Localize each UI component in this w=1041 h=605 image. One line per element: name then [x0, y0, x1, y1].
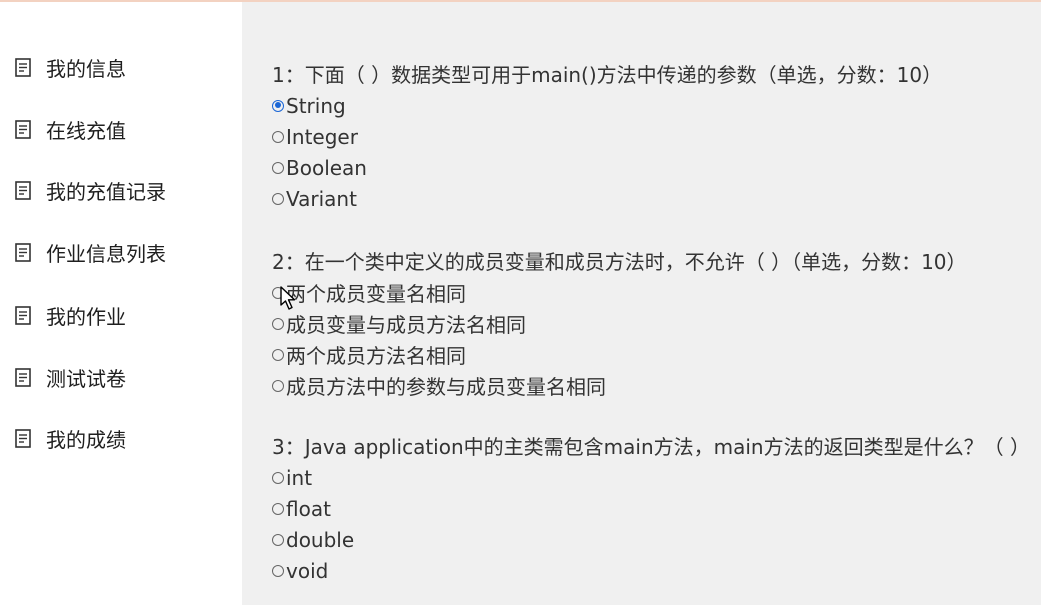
quiz-content: 1：下面（ ）数据类型可用于main()方法中传递的参数（单选，分数：10） S…	[242, 2, 1041, 605]
radio-button[interactable]	[272, 564, 284, 577]
option-label: Boolean	[286, 155, 367, 180]
option-label: Integer	[286, 124, 358, 149]
document-icon	[14, 366, 32, 388]
option-void[interactable]: void	[272, 555, 1030, 586]
sidebar-item-label: 我的成绩	[46, 427, 126, 452]
radio-button[interactable]	[272, 533, 284, 546]
option-int[interactable]: int	[272, 462, 1030, 493]
option-integer[interactable]: Integer	[272, 121, 942, 152]
sidebar-item-assignment-list[interactable]: 作业信息列表	[14, 235, 166, 269]
radio-button[interactable]	[272, 471, 284, 484]
option-label: float	[286, 496, 331, 521]
sidebar-item-my-info[interactable]: 我的信息	[14, 50, 126, 84]
radio-button[interactable]	[272, 192, 284, 205]
option-parameter-variable-same-name[interactable]: 成员方法中的参数与成员变量名相同	[272, 370, 967, 401]
sidebar-item-label: 在线充值	[46, 118, 126, 143]
option-two-methods-same-name[interactable]: 两个成员方法名相同	[272, 339, 967, 370]
option-string[interactable]: String	[272, 90, 942, 121]
option-variant[interactable]: Variant	[272, 183, 942, 214]
question-title: 2：在一个类中定义的成员变量和成员方法时，不允许（ ）（单选，分数：10）	[272, 250, 967, 274]
option-float[interactable]: float	[272, 493, 1030, 524]
option-label: void	[286, 558, 329, 583]
option-double[interactable]: double	[272, 524, 1030, 555]
option-label: 成员变量与成员方法名相同	[286, 313, 526, 337]
question-title: 3：Java application中的主类需包含main方法，main方法的返…	[272, 435, 1030, 459]
sidebar-item-my-grades[interactable]: 我的成绩	[14, 421, 126, 455]
option-label: double	[286, 527, 355, 552]
sidebar-item-online-recharge[interactable]: 在线充值	[14, 112, 126, 146]
page-layout: 我的信息 在线充值 我的充值记录 作业信息列表 我的作业 测试试卷 我的成绩 1…	[0, 2, 1041, 605]
radio-button[interactable]	[272, 130, 284, 143]
option-label: 成员方法中的参数与成员变量名相同	[286, 375, 606, 399]
radio-button[interactable]	[272, 317, 284, 330]
sidebar-item-label: 测试试卷	[46, 366, 126, 391]
option-label: 两个成员方法名相同	[286, 344, 466, 368]
question-title: 1：下面（ ）数据类型可用于main()方法中传递的参数（单选，分数：10）	[272, 63, 943, 87]
sidebar-item-label: 我的充值记录	[46, 179, 166, 204]
document-icon	[14, 241, 32, 263]
sidebar-item-my-assignments[interactable]: 我的作业	[14, 298, 126, 332]
sidebar-item-test-papers[interactable]: 测试试卷	[14, 360, 126, 394]
radio-button[interactable]	[272, 379, 284, 392]
document-icon	[14, 118, 32, 140]
question-1: 1：下面（ ）数据类型可用于main()方法中传递的参数（单选，分数：10） S…	[272, 60, 942, 214]
option-two-variables-same-name[interactable]: 两个成员变量名相同	[272, 277, 967, 308]
option-boolean[interactable]: Boolean	[272, 152, 942, 183]
document-icon	[14, 56, 32, 78]
sidebar: 我的信息 在线充值 我的充值记录 作业信息列表 我的作业 测试试卷 我的成绩	[0, 2, 242, 605]
sidebar-item-label: 作业信息列表	[46, 241, 166, 266]
radio-button[interactable]	[272, 348, 284, 361]
document-icon	[14, 427, 32, 449]
option-label: String	[286, 93, 346, 118]
option-variable-method-same-name[interactable]: 成员变量与成员方法名相同	[272, 308, 967, 339]
radio-button[interactable]	[272, 286, 284, 299]
document-icon	[14, 179, 32, 201]
sidebar-item-label: 我的信息	[46, 56, 126, 81]
option-label: int	[286, 465, 313, 490]
radio-button-selected[interactable]	[272, 99, 284, 112]
radio-button[interactable]	[272, 161, 284, 174]
document-icon	[14, 304, 32, 326]
option-label: 两个成员变量名相同	[286, 282, 466, 306]
radio-button[interactable]	[272, 502, 284, 515]
question-2: 2：在一个类中定义的成员变量和成员方法时，不允许（ ）（单选，分数：10） 两个…	[272, 247, 967, 401]
option-label: Variant	[286, 186, 357, 211]
sidebar-item-label: 我的作业	[46, 304, 126, 329]
sidebar-item-recharge-records[interactable]: 我的充值记录	[14, 173, 166, 207]
question-3: 3：Java application中的主类需包含main方法，main方法的返…	[272, 432, 1030, 586]
